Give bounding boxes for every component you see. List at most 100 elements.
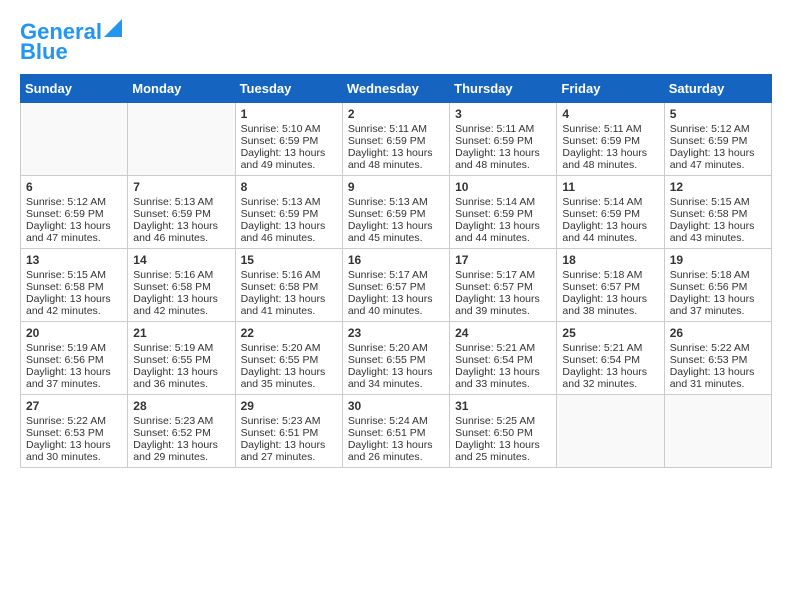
day-info: Sunrise: 5:12 AMSunset: 6:59 PMDaylight:… [670, 123, 755, 171]
day-number: 27 [26, 399, 122, 413]
calendar-cell: 28 Sunrise: 5:23 AMSunset: 6:52 PMDayligh… [128, 395, 235, 468]
day-number: 12 [670, 180, 766, 194]
calendar-cell: 19 Sunrise: 5:18 AMSunset: 6:56 PMDayligh… [664, 249, 771, 322]
day-info: Sunrise: 5:20 AMSunset: 6:55 PMDaylight:… [241, 342, 326, 390]
day-number: 9 [348, 180, 444, 194]
page-header: General Blue [20, 20, 772, 64]
calendar-cell: 27Sunrise: 5:22 AMSunset: 6:53 PMDayligh… [21, 395, 128, 468]
weekday-tuesday: Tuesday [235, 75, 342, 103]
calendar-cell: 22Sunrise: 5:20 AMSunset: 6:55 PMDayligh… [235, 322, 342, 395]
day-number: 10 [455, 180, 551, 194]
calendar-week-1: 1 Sunrise: 5:10 AMSunset: 6:59 PMDaylight… [21, 103, 772, 176]
calendar-cell: 5 Sunrise: 5:12 AMSunset: 6:59 PMDaylight… [664, 103, 771, 176]
calendar-cell: 29 Sunrise: 5:23 AMSunset: 6:51 PMDayligh… [235, 395, 342, 468]
calendar-cell: 18Sunrise: 5:18 AMSunset: 6:57 PMDayligh… [557, 249, 664, 322]
day-info: Sunrise: 5:19 AMSunset: 6:56 PMDaylight:… [26, 342, 111, 390]
day-info: Sunrise: 5:17 AMSunset: 6:57 PMDaylight:… [348, 269, 433, 317]
calendar-cell: 12 Sunrise: 5:15 AMSunset: 6:58 PMDayligh… [664, 176, 771, 249]
day-info: Sunrise: 5:19 AMSunset: 6:55 PMDaylight:… [133, 342, 218, 390]
weekday-saturday: Saturday [664, 75, 771, 103]
day-number: 24 [455, 326, 551, 340]
logo-icon [104, 19, 122, 37]
day-info: Sunrise: 5:22 AMSunset: 6:53 PMDaylight:… [670, 342, 755, 390]
day-info: Sunrise: 5:23 AMSunset: 6:51 PMDaylight:… [241, 415, 326, 463]
day-info: Sunrise: 5:14 AMSunset: 6:59 PMDaylight:… [455, 196, 540, 244]
day-info: Sunrise: 5:11 AMSunset: 6:59 PMDaylight:… [455, 123, 540, 171]
calendar-cell: 23 Sunrise: 5:20 AMSunset: 6:55 PMDayligh… [342, 322, 449, 395]
day-info: Sunrise: 5:21 AMSunset: 6:54 PMDaylight:… [455, 342, 540, 390]
day-number: 3 [455, 107, 551, 121]
day-info: Sunrise: 5:11 AMSunset: 6:59 PMDaylight:… [348, 123, 433, 171]
calendar-cell: 24 Sunrise: 5:21 AMSunset: 6:54 PMDayligh… [450, 322, 557, 395]
day-number: 1 [241, 107, 337, 121]
day-number: 5 [670, 107, 766, 121]
weekday-wednesday: Wednesday [342, 75, 449, 103]
calendar-cell: 26 Sunrise: 5:22 AMSunset: 6:53 PMDayligh… [664, 322, 771, 395]
day-number: 2 [348, 107, 444, 121]
day-number: 19 [670, 253, 766, 267]
day-number: 16 [348, 253, 444, 267]
calendar-cell: 31 Sunrise: 5:25 AMSunset: 6:50 PMDayligh… [450, 395, 557, 468]
day-number: 23 [348, 326, 444, 340]
day-number: 6 [26, 180, 122, 194]
calendar-body: 1 Sunrise: 5:10 AMSunset: 6:59 PMDaylight… [21, 103, 772, 468]
calendar-cell [128, 103, 235, 176]
calendar-cell: 30 Sunrise: 5:24 AMSunset: 6:51 PMDayligh… [342, 395, 449, 468]
day-number: 28 [133, 399, 229, 413]
day-info: Sunrise: 5:20 AMSunset: 6:55 PMDaylight:… [348, 342, 433, 390]
calendar-cell: 15 Sunrise: 5:16 AMSunset: 6:58 PMDayligh… [235, 249, 342, 322]
day-info: Sunrise: 5:23 AMSunset: 6:52 PMDaylight:… [133, 415, 218, 463]
calendar-cell: 4 Sunrise: 5:11 AMSunset: 6:59 PMDaylight… [557, 103, 664, 176]
day-info: Sunrise: 5:16 AMSunset: 6:58 PMDaylight:… [133, 269, 218, 317]
day-info: Sunrise: 5:10 AMSunset: 6:59 PMDaylight:… [241, 123, 326, 171]
day-number: 26 [670, 326, 766, 340]
day-info: Sunrise: 5:18 AMSunset: 6:56 PMDaylight:… [670, 269, 755, 317]
day-info: Sunrise: 5:16 AMSunset: 6:58 PMDaylight:… [241, 269, 326, 317]
day-number: 7 [133, 180, 229, 194]
day-number: 11 [562, 180, 658, 194]
day-info: Sunrise: 5:11 AMSunset: 6:59 PMDaylight:… [562, 123, 647, 171]
calendar-cell: 16 Sunrise: 5:17 AMSunset: 6:57 PMDayligh… [342, 249, 449, 322]
calendar-cell [557, 395, 664, 468]
day-number: 4 [562, 107, 658, 121]
weekday-sunday: Sunday [21, 75, 128, 103]
calendar-cell: 7 Sunrise: 5:13 AMSunset: 6:59 PMDaylight… [128, 176, 235, 249]
calendar-table: SundayMondayTuesdayWednesdayThursdayFrid… [20, 74, 772, 468]
day-info: Sunrise: 5:15 AMSunset: 6:58 PMDaylight:… [670, 196, 755, 244]
logo: General Blue [20, 20, 122, 64]
day-number: 30 [348, 399, 444, 413]
day-info: Sunrise: 5:18 AMSunset: 6:57 PMDaylight:… [562, 269, 647, 317]
day-number: 21 [133, 326, 229, 340]
day-info: Sunrise: 5:24 AMSunset: 6:51 PMDaylight:… [348, 415, 433, 463]
weekday-thursday: Thursday [450, 75, 557, 103]
day-info: Sunrise: 5:13 AMSunset: 6:59 PMDaylight:… [348, 196, 433, 244]
calendar-week-2: 6Sunrise: 5:12 AMSunset: 6:59 PMDaylight… [21, 176, 772, 249]
day-info: Sunrise: 5:25 AMSunset: 6:50 PMDaylight:… [455, 415, 540, 463]
day-number: 31 [455, 399, 551, 413]
calendar-cell: 21 Sunrise: 5:19 AMSunset: 6:55 PMDayligh… [128, 322, 235, 395]
calendar-cell: 9 Sunrise: 5:13 AMSunset: 6:59 PMDaylight… [342, 176, 449, 249]
calendar-week-4: 20Sunrise: 5:19 AMSunset: 6:56 PMDayligh… [21, 322, 772, 395]
day-info: Sunrise: 5:14 AMSunset: 6:59 PMDaylight:… [562, 196, 647, 244]
day-number: 15 [241, 253, 337, 267]
day-info: Sunrise: 5:15 AMSunset: 6:58 PMDaylight:… [26, 269, 111, 317]
day-number: 29 [241, 399, 337, 413]
calendar-week-3: 13Sunrise: 5:15 AMSunset: 6:58 PMDayligh… [21, 249, 772, 322]
weekday-monday: Monday [128, 75, 235, 103]
day-info: Sunrise: 5:13 AMSunset: 6:59 PMDaylight:… [241, 196, 326, 244]
calendar-cell: 10 Sunrise: 5:14 AMSunset: 6:59 PMDayligh… [450, 176, 557, 249]
day-info: Sunrise: 5:13 AMSunset: 6:59 PMDaylight:… [133, 196, 218, 244]
calendar-cell: 3 Sunrise: 5:11 AMSunset: 6:59 PMDaylight… [450, 103, 557, 176]
calendar-cell [664, 395, 771, 468]
day-info: Sunrise: 5:17 AMSunset: 6:57 PMDaylight:… [455, 269, 540, 317]
calendar-cell: 11 Sunrise: 5:14 AMSunset: 6:59 PMDayligh… [557, 176, 664, 249]
day-info: Sunrise: 5:21 AMSunset: 6:54 PMDaylight:… [562, 342, 647, 390]
day-number: 25 [562, 326, 658, 340]
calendar-cell: 14 Sunrise: 5:16 AMSunset: 6:58 PMDayligh… [128, 249, 235, 322]
logo-blue: Blue [20, 40, 68, 64]
calendar-cell: 1 Sunrise: 5:10 AMSunset: 6:59 PMDaylight… [235, 103, 342, 176]
day-number: 17 [455, 253, 551, 267]
day-number: 14 [133, 253, 229, 267]
weekday-friday: Friday [557, 75, 664, 103]
calendar-cell [21, 103, 128, 176]
